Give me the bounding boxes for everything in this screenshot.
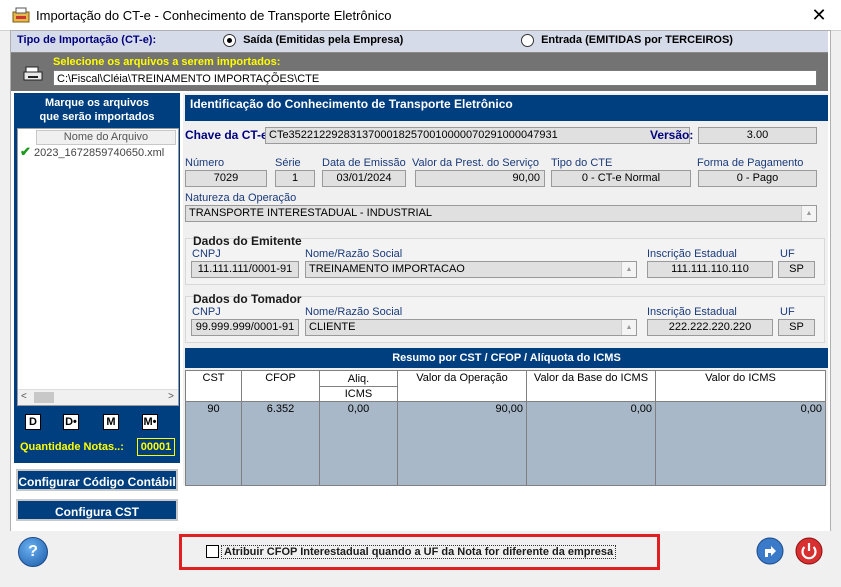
cell-icms-value[interactable]: 0,00 [655,401,826,486]
cfop-checkbox[interactable] [206,545,219,558]
file-list-header[interactable]: Nome do Arquivo [36,130,176,145]
import-type-label: Tipo de Importação (CT-e): [17,34,157,46]
col-cfop[interactable]: CFOP [241,370,320,402]
nature-text: TRANSPORTE INTERESTADUAL - INDUSTRIAL [189,207,433,219]
count-label: Quantidade Notas..: [20,441,124,453]
radio-saida-indicator[interactable] [223,34,236,47]
radio-entrada-label: Entrada (EMITIDAS por TERCEIROS) [541,34,733,47]
cfop-checkbox-label[interactable]: Atribuir CFOP Interestadual quando a UF … [221,545,617,559]
table-row[interactable]: 90 6.352 0,00 90,00 0,00 0,00 [185,401,826,486]
mark-all-dot-button[interactable]: D• [63,414,79,430]
taker-name-scroll-icon[interactable]: ▲ [621,320,636,335]
col-aliq[interactable]: Aliq. [319,370,398,387]
emitter-name-text: TREINAMENTO IMPORTACAO [309,263,465,275]
version-label: Versão: [650,128,694,142]
cte-type-label: Tipo do CTE [551,157,613,169]
emitter-name-label: Nome/Razão Social [305,248,403,260]
file-list[interactable]: Nome do Arquivo ✔ 2023_1672859740650.xml… [17,128,179,406]
configure-account-button[interactable]: Configurar Código Contábil [16,469,178,491]
key-value[interactable]: CTe3522122928313700018257001000007029100… [265,127,690,144]
emitter-name-scroll-icon[interactable]: ▲ [621,262,636,277]
nature-label: Natureza da Operação [185,192,297,204]
payment-value[interactable]: 0 - Pago [698,170,817,187]
number-value[interactable]: 7029 [185,170,267,187]
mark-all-button[interactable]: D [25,414,41,430]
emitter-cnpj-value[interactable]: 11.111.111/0001-91 [191,261,299,278]
summary-grid[interactable]: CST CFOP Aliq. Valor da Operação Valor d… [185,370,826,486]
series-label: Série [275,157,301,169]
folder-printer-icon[interactable] [23,65,45,83]
import-type-bar: Tipo de Importação (CT-e): Saída (Emitid… [11,31,828,53]
emitter-ie-label: Inscrição Estadual [647,248,737,260]
version-value[interactable]: 3.00 [698,127,817,144]
help-button[interactable]: ? [18,537,48,567]
taker-ie-value[interactable]: 222.222.220.220 [647,319,773,336]
emitter-title: Dados do Emitente [193,234,302,248]
taker-name-label: Nome/Razão Social [305,306,403,318]
file-list-hscroll[interactable]: < > [18,389,178,405]
service-value[interactable]: 90,00 [415,170,545,187]
emitter-name-value[interactable]: TREINAMENTO IMPORTACAO ▲ [305,261,637,278]
unmark-dot-button[interactable]: M• [142,414,158,430]
taker-uf-label: UF [780,306,795,318]
series-value[interactable]: 1 [275,170,315,187]
emitter-uf-label: UF [780,248,795,260]
window-title: Importação do CT-e - Conhecimento de Tra… [36,8,392,23]
cell-op-value[interactable]: 90,00 [397,401,527,486]
col-op-value[interactable]: Valor da Operação [397,370,527,402]
service-value-label: Valor da Prest. do Serviço [412,157,539,169]
issue-date-label: Data de Emissão [322,157,406,169]
path-input[interactable]: C:\Fiscal\Cléia\TREINAMENTO IMPORTAÇÕES\… [53,70,817,86]
emitter-uf-value[interactable]: SP [778,261,815,278]
checkmark-icon[interactable]: ✔ [20,144,31,159]
number-label: Número [185,157,225,169]
col-cst[interactable]: CST [185,370,242,402]
taker-uf-value[interactable]: SP [778,319,815,336]
configure-cst-button[interactable]: Configura CST [16,499,178,521]
export-button[interactable] [756,537,784,565]
emitter-ie-value[interactable]: 111.111.110.110 [647,261,773,278]
scroll-thumb[interactable] [34,392,54,403]
nature-scroll-icon[interactable]: ▲ [801,206,816,221]
unmark-button[interactable]: M [103,414,119,430]
radio-saida[interactable]: Saída (Emitidas pela Empresa) [223,34,403,47]
emitter-cnpj-label: CNPJ [192,248,221,260]
issue-date-value[interactable]: 03/01/2024 [322,170,406,187]
list-item[interactable]: ✔ 2023_1672859740650.xml [20,144,164,159]
payment-label: Forma de Pagamento [697,157,804,169]
file-select-label: Selecione os arquivos a serem importados… [53,56,281,68]
help-icon: ? [28,543,38,560]
col-base-value[interactable]: Valor da Base do ICMS [526,370,656,402]
cell-aliq[interactable]: 0,00 [319,401,398,486]
scroll-left-icon[interactable]: < [21,391,27,402]
taker-name-value[interactable]: CLIENTE ▲ [305,319,637,336]
exit-button[interactable] [795,537,823,565]
file-name: 2023_1672859740650.xml [33,147,165,159]
taker-cnpj-value[interactable]: 99.999.999/0001-91 [191,319,299,336]
file-panel-title-line1: Marque os arquivos [45,97,149,109]
summary-title: Resumo por CST / CFOP / Alíquota do ICMS [185,348,828,368]
scroll-right-icon[interactable]: > [168,391,174,402]
taker-title: Dados do Tomador [193,292,302,306]
radio-saida-label: Saída (Emitidas pela Empresa) [243,34,404,47]
identification-title: Identificação do Conhecimento de Transpo… [185,95,828,121]
taker-name-text: CLIENTE [309,321,356,333]
col-aliq-icms[interactable]: ICMS [319,386,398,402]
radio-entrada[interactable]: Entrada (EMITIDAS por TERCEIROS) [521,34,733,47]
app-icon [12,7,30,23]
key-label: Chave da CT-e [185,128,268,142]
cell-cfop[interactable]: 6.352 [241,401,320,486]
file-panel-title-line2: que serão importados [39,111,155,123]
col-icms-value[interactable]: Valor do ICMS [655,370,826,402]
title-bar: Importação do CT-e - Conhecimento de Tra… [0,0,841,31]
cell-cst[interactable]: 90 [185,401,242,486]
count-value: 00001 [137,438,175,456]
cte-type-value[interactable]: 0 - CT-e Normal [551,170,691,187]
nature-value[interactable]: TRANSPORTE INTERESTADUAL - INDUSTRIAL ▲ [185,205,817,222]
cell-base-value[interactable]: 0,00 [526,401,656,486]
taker-ie-label: Inscrição Estadual [647,306,737,318]
close-button[interactable]: ✕ [807,3,831,27]
taker-cnpj-label: CNPJ [192,306,221,318]
radio-entrada-indicator[interactable] [521,34,534,47]
